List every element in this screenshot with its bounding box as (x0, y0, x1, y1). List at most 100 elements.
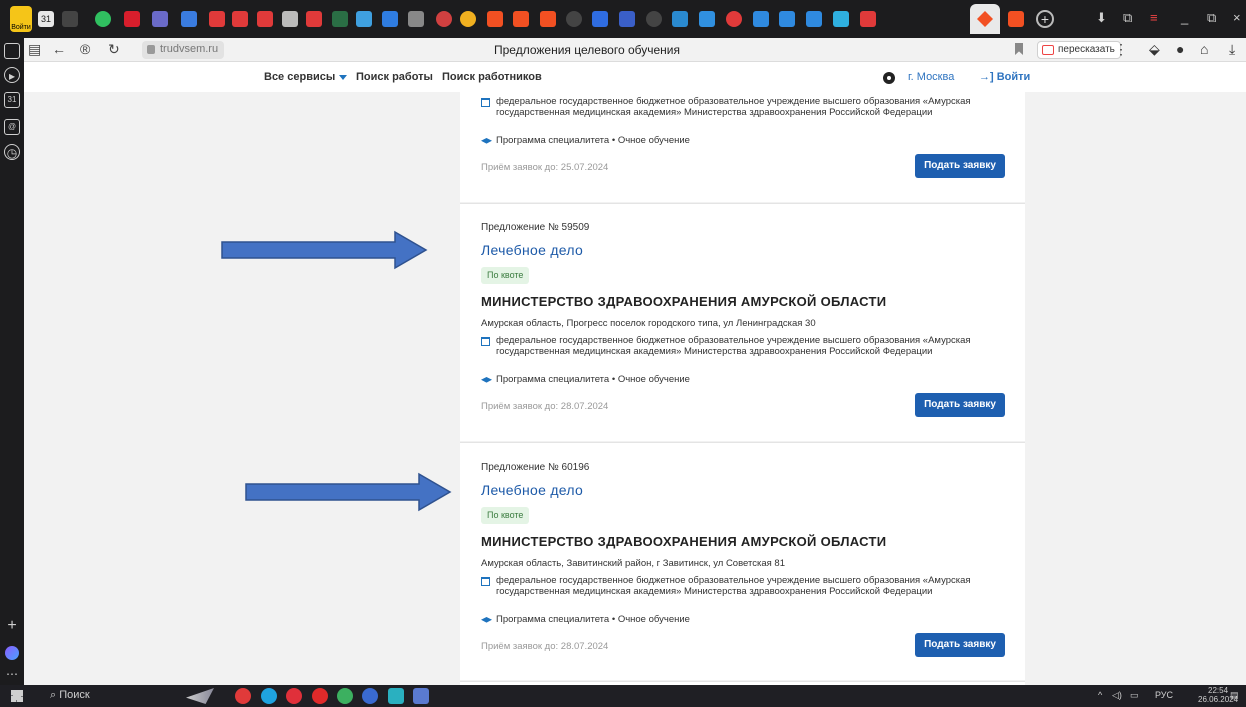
tab-favicon-14[interactable] (436, 11, 452, 27)
taskbar-telegram-icon[interactable] (362, 688, 378, 704)
sidebar-history-icon[interactable]: ◷ (4, 144, 20, 160)
tab-favicon-4[interactable] (181, 11, 197, 27)
offer-number: Предложение № 59509 (481, 222, 590, 233)
tab-favicon-10[interactable] (332, 11, 348, 27)
close-window-icon[interactable]: × (1233, 10, 1241, 25)
tab-favicon-11[interactable] (356, 11, 372, 27)
all-services-label: Все сервисы (264, 71, 336, 83)
alice-assistant-icon[interactable] (5, 646, 19, 660)
taskbar-search-label: Поиск (59, 689, 90, 701)
offer-specialty-link[interactable]: Лечебное дело (481, 242, 583, 258)
annotation-arrow-right (245, 472, 452, 512)
tab-favicon-26[interactable] (753, 11, 769, 27)
tab-favicon-6[interactable] (232, 11, 248, 27)
tab-favicon-13[interactable] (408, 11, 424, 27)
protect-icon[interactable]: ® (80, 41, 90, 57)
taskbar-edge-icon[interactable] (261, 688, 277, 704)
all-services-menu[interactable]: Все сервисы (264, 71, 348, 83)
tab-favicon-5[interactable] (209, 11, 225, 27)
offer-institution: федеральное государственное бюджетное об… (496, 335, 971, 357)
tab-favicon-31[interactable] (1008, 11, 1024, 27)
tab-active-trudvsem[interactable] (970, 4, 1000, 34)
language-indicator[interactable]: РУС (1155, 690, 1173, 700)
back-arrow-icon[interactable]: ← (52, 41, 66, 57)
retell-button[interactable]: пересказать (1037, 41, 1121, 59)
tab-manager-icon[interactable]: ⧉ (1123, 10, 1132, 26)
institution-icon (481, 337, 490, 346)
sidebar-calendar-icon[interactable]: 31 (4, 92, 20, 108)
apply-button[interactable]: Подать заявку (915, 633, 1005, 657)
tab-favicon-29[interactable] (833, 11, 849, 27)
windows-start-icon[interactable] (11, 690, 23, 702)
sidebar-more-icon[interactable]: ⋯ (4, 666, 20, 682)
tab-favicon-17[interactable] (513, 11, 529, 27)
tab-favicon-20[interactable] (592, 11, 608, 27)
offer-specialty-link[interactable]: Лечебное дело (481, 482, 583, 498)
apply-button[interactable]: Подать заявку (915, 154, 1005, 178)
downloads-arrow-icon[interactable]: ⤓ (1229, 41, 1235, 58)
tray-volume-icon[interactable]: ◁) (1112, 690, 1122, 701)
tab-favicon-8[interactable] (282, 11, 298, 27)
extension-icon[interactable]: ⬙ (1149, 41, 1160, 58)
tab-favicon-12[interactable] (382, 11, 398, 27)
job-search-link[interactable]: Поиск работы (356, 71, 433, 83)
institution-icon (481, 577, 490, 586)
sidebar-play-icon[interactable]: ▸ (4, 67, 20, 83)
taskbar-store-icon[interactable] (388, 688, 404, 704)
tab-favicon-25[interactable] (726, 11, 742, 27)
adblock-icon[interactable]: ● (1176, 41, 1184, 57)
tab-favicon-21[interactable] (619, 11, 635, 27)
tab-calendar[interactable]: 31 (38, 11, 54, 27)
tray-network-icon[interactable]: ▭ (1130, 690, 1139, 701)
url-field[interactable]: trudvsem.ru (142, 41, 224, 59)
sidebar-add-icon[interactable]: + (4, 618, 20, 634)
tab-favicon-3[interactable] (152, 11, 168, 27)
tab-favicon-16[interactable] (487, 11, 503, 27)
offer-address: Амурская область, Завитинский район, г З… (481, 558, 785, 569)
tab-favicon-1[interactable] (95, 11, 111, 27)
taskbar-app-icon[interactable] (337, 688, 353, 704)
tab-favicon-15[interactable] (460, 11, 476, 27)
download-icon[interactable]: ⬇ (1096, 10, 1107, 26)
offer-organization: МИНИСТЕРСТВО ЗДРАВООХРАНЕНИЯ АМУРСКОЙ ОБ… (481, 534, 887, 549)
tab-favicon-24[interactable] (699, 11, 715, 27)
reload-icon[interactable]: ↻ (108, 41, 120, 58)
taskbar-search[interactable]: ⌕ Поиск (50, 689, 90, 702)
worker-search-link[interactable]: Поиск работников (442, 71, 542, 83)
restore-window-icon[interactable]: ⧉ (1207, 10, 1216, 26)
sidebar-mail-icon[interactable]: @ (4, 119, 20, 135)
taskbar-bird-icon[interactable] (186, 688, 214, 704)
minimize-window-icon[interactable]: _ (1181, 10, 1188, 25)
tab-favicon-19[interactable] (566, 11, 582, 27)
notifications-icon[interactable]: ≡ (1150, 10, 1158, 25)
taskbar-files-icon[interactable] (413, 688, 429, 704)
taskbar-opera-icon[interactable] (312, 688, 328, 704)
browser-tab-strip: Войти 31 + ⬇ ⧉ ≡ _ ⧉ × (0, 0, 1246, 38)
offer-program: Программа специалитета • Очное обучение (496, 614, 690, 625)
tab-favicon-27[interactable] (779, 11, 795, 27)
notification-center-icon[interactable]: ▤ (1230, 690, 1239, 701)
tab-favicon-22[interactable] (646, 11, 662, 27)
tab-favicon-28[interactable] (806, 11, 822, 27)
apply-button[interactable]: Подать заявку (915, 393, 1005, 417)
login-link[interactable]: →] Войти (979, 71, 1030, 83)
tab-favicon-18[interactable] (540, 11, 556, 27)
taskbar-yandex-icon[interactable] (235, 688, 251, 704)
bookmark-icon[interactable] (1015, 43, 1023, 55)
tab-favicon-7[interactable] (257, 11, 273, 27)
city-selector[interactable]: г. Москва (908, 71, 954, 83)
taskbar-yandex-browser-icon[interactable] (286, 688, 302, 704)
yandex-login-button[interactable]: Войти (10, 6, 32, 32)
accessibility-eye-icon[interactable] (883, 72, 895, 84)
tab-favicon-23[interactable] (672, 11, 688, 27)
tab-favicon-9[interactable] (306, 11, 322, 27)
tab-favicon-30[interactable] (860, 11, 876, 27)
new-tab-plus-icon[interactable]: + (1036, 10, 1054, 28)
translate-icon[interactable]: ⌂ (1200, 41, 1208, 57)
reader-mode-icon[interactable]: ▤ (28, 41, 41, 58)
tab-favicon-2[interactable] (124, 11, 140, 27)
menu-dots-icon[interactable]: ⋮ (1114, 41, 1128, 58)
tab-dropdown-icon[interactable] (62, 11, 78, 27)
tray-chevron-icon[interactable]: ^ (1098, 690, 1102, 700)
sidebar-tabs-icon[interactable] (4, 43, 20, 59)
